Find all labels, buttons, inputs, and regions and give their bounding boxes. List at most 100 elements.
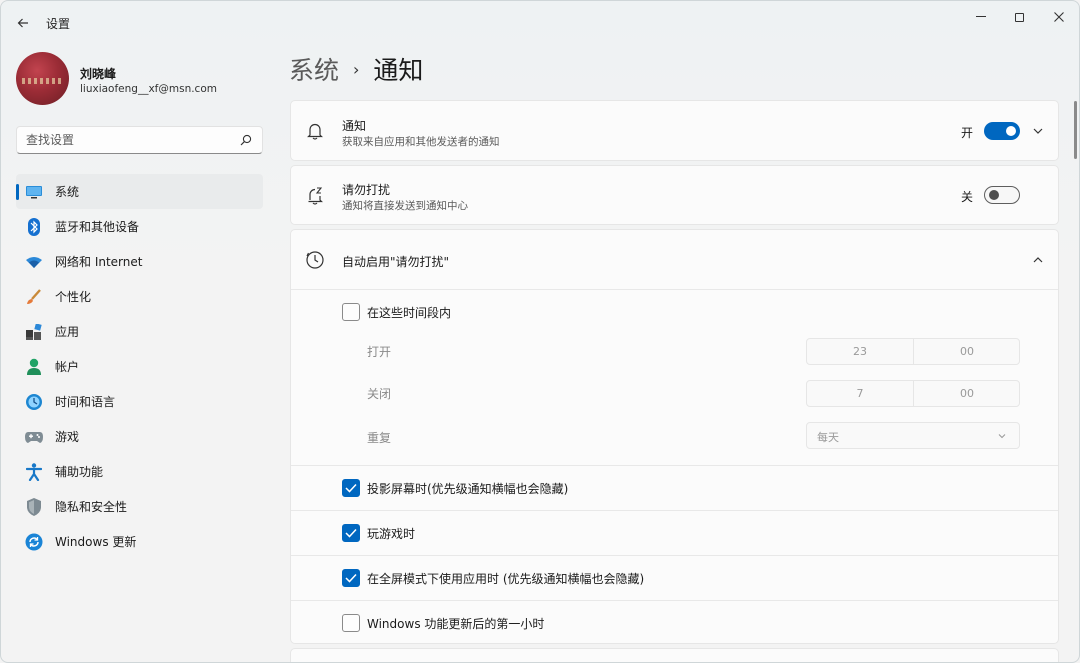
- back-button[interactable]: [11, 11, 35, 35]
- chevron-down-icon[interactable]: [1032, 125, 1044, 137]
- title-bar: 设置: [1, 1, 1079, 45]
- notifications-toggle[interactable]: [984, 122, 1020, 140]
- fullscreen-label: 在全屏模式下使用应用时 (优先级通知横幅也会隐藏): [367, 572, 645, 586]
- dnd-toggle[interactable]: [984, 186, 1020, 204]
- sidebar-item-personalization[interactable]: 个性化: [16, 279, 263, 314]
- shield-icon: [25, 498, 43, 516]
- time-range-label: 在这些时间段内: [367, 306, 452, 320]
- profile-name: 刘晓峰: [80, 67, 117, 81]
- search-icon: [240, 134, 252, 146]
- globe-clock-icon: [25, 393, 43, 411]
- apps-icon: [25, 323, 43, 341]
- turn-on-label: 打开: [367, 345, 392, 359]
- bell-icon: [307, 123, 323, 140]
- divider: [291, 465, 1058, 466]
- breadcrumb: 系统 › 通知: [289, 51, 423, 87]
- sidebar-item-time-language[interactable]: 时间和语言: [16, 384, 263, 419]
- back-arrow-icon: [17, 18, 28, 28]
- turn-off-time-picker[interactable]: 7 00: [806, 380, 1020, 407]
- checkmark-icon: [345, 528, 357, 538]
- sidebar-item-label: 隐私和安全性: [55, 500, 128, 514]
- turn-off-label: 关闭: [367, 387, 392, 401]
- close-button[interactable]: [1041, 5, 1077, 29]
- fullscreen-checkbox[interactable]: [342, 569, 360, 587]
- projecting-label: 投影屏幕时(优先级通知横幅也会隐藏): [367, 482, 569, 496]
- sidebar-item-label: 系统: [55, 185, 80, 199]
- dnd-card: 请勿打扰 通知将直接发送到通知中心 关: [290, 165, 1059, 225]
- profile-email: liuxiaofeng__xf@msn.com: [80, 83, 217, 95]
- search-box[interactable]: [16, 126, 263, 154]
- turn-on-hour: 23: [853, 345, 867, 358]
- next-card: [290, 648, 1059, 662]
- divider: [291, 600, 1058, 601]
- turn-off-minute: 00: [960, 387, 974, 400]
- sidebar-item-label: 个性化: [55, 290, 92, 304]
- sidebar-item-label: 辅助功能: [55, 465, 104, 479]
- gaming-checkbox[interactable]: [342, 524, 360, 542]
- account-icon: [25, 358, 43, 376]
- divider: [291, 510, 1058, 511]
- dnd-title: 请勿打扰: [342, 183, 391, 197]
- divider: [291, 289, 1058, 290]
- sidebar-item-gaming[interactable]: 游戏: [16, 419, 263, 454]
- sidebar-item-label: 帐户: [55, 360, 80, 374]
- sidebar-nav: 系统 蓝牙和其他设备 网络和 Internet 个性化 应用 帐户 时间和语言 …: [16, 174, 263, 559]
- repeat-value: 每天: [817, 431, 839, 444]
- chevron-up-icon[interactable]: [1032, 254, 1044, 266]
- update-icon: [25, 533, 43, 551]
- sidebar-item-windows-update[interactable]: Windows 更新: [16, 524, 263, 559]
- accessibility-icon: [25, 463, 43, 481]
- notifications-title: 通知: [342, 119, 367, 133]
- maximize-icon: [1014, 12, 1024, 22]
- turn-off-hour: 7: [856, 387, 864, 400]
- scrollbar[interactable]: [1074, 101, 1077, 159]
- sidebar-item-label: 应用: [55, 325, 80, 339]
- breadcrumb-parent[interactable]: 系统: [289, 51, 339, 87]
- search-input[interactable]: [26, 132, 226, 148]
- time-range-checkbox[interactable]: [342, 303, 360, 321]
- projecting-checkbox[interactable]: [342, 479, 360, 497]
- breadcrumb-separator: ›: [353, 59, 360, 79]
- turn-on-minute: 00: [960, 345, 974, 358]
- sidebar-item-network[interactable]: 网络和 Internet: [16, 244, 263, 279]
- page-title: 通知: [373, 56, 424, 85]
- sidebar-item-apps[interactable]: 应用: [16, 314, 263, 349]
- checkmark-icon: [345, 573, 357, 583]
- notifications-description: 获取来自应用和其他发送者的通知: [342, 136, 500, 148]
- chevron-down-icon: [998, 434, 1006, 439]
- sidebar-item-accounts[interactable]: 帐户: [16, 349, 263, 384]
- brush-icon: [25, 288, 43, 306]
- auto-dnd-title: 自动启用"请勿打扰": [342, 255, 450, 269]
- notifications-card[interactable]: 通知 获取来自应用和其他发送者的通知 开: [290, 100, 1059, 161]
- repeat-label: 重复: [367, 431, 392, 445]
- avatar: [16, 52, 69, 105]
- clock-icon: [306, 251, 324, 269]
- app-title: 设置: [46, 17, 71, 31]
- wifi-icon: [25, 253, 43, 271]
- minimize-icon: [976, 16, 986, 17]
- sidebar-item-system[interactable]: 系统: [16, 174, 263, 209]
- close-icon: [1054, 12, 1064, 22]
- sidebar-item-accessibility[interactable]: 辅助功能: [16, 454, 263, 489]
- checkmark-icon: [345, 483, 357, 493]
- divider: [291, 555, 1058, 556]
- dnd-description: 通知将直接发送到通知中心: [342, 200, 468, 212]
- turn-on-time-picker[interactable]: 23 00: [806, 338, 1020, 365]
- auto-dnd-card: 自动启用"请勿打扰" 在这些时间段内 打开 23 00 关闭 7 00 重复 每…: [290, 229, 1059, 644]
- feature-update-label: Windows 功能更新后的第一小时: [367, 617, 545, 631]
- maximize-button[interactable]: [1001, 5, 1037, 29]
- sidebar-item-label: 网络和 Internet: [55, 255, 143, 269]
- repeat-dropdown[interactable]: 每天: [806, 422, 1020, 449]
- bell-snooze-icon: [308, 187, 323, 205]
- sidebar-item-privacy[interactable]: 隐私和安全性: [16, 489, 263, 524]
- sidebar-item-label: 蓝牙和其他设备: [55, 220, 140, 234]
- gaming-label: 玩游戏时: [367, 527, 416, 541]
- sidebar-item-label: 游戏: [55, 430, 80, 444]
- feature-update-checkbox[interactable]: [342, 614, 360, 632]
- sidebar-item-label: 时间和语言: [55, 395, 116, 409]
- minimize-button[interactable]: [963, 5, 999, 29]
- sidebar-item-bluetooth[interactable]: 蓝牙和其他设备: [16, 209, 263, 244]
- gamepad-icon: [25, 428, 43, 446]
- system-icon: [25, 183, 43, 201]
- dnd-toggle-label: 关: [961, 190, 974, 204]
